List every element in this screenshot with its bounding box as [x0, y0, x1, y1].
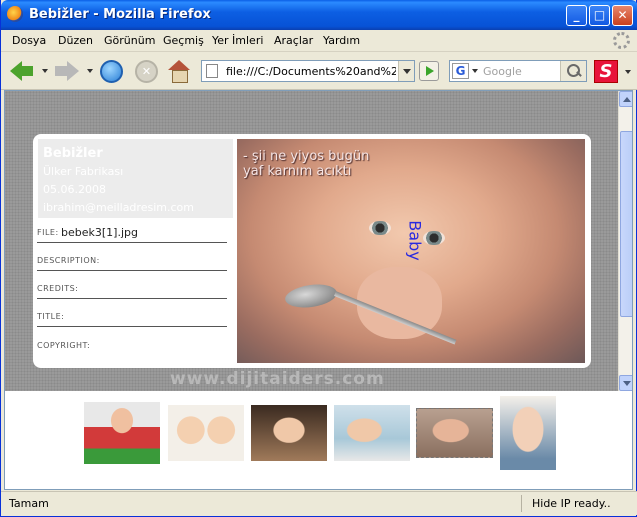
photo-eye-right — [423, 231, 445, 245]
throbber-icon — [613, 32, 630, 49]
reload-icon[interactable] — [100, 60, 123, 83]
thumbnail-5-selected[interactable] — [416, 408, 493, 458]
google-engine-icon[interactable]: G — [452, 63, 469, 79]
forward-history-dropdown-icon[interactable] — [87, 69, 93, 73]
watermark: www.dijitaiders.com — [170, 369, 385, 389]
menu-bookmarks[interactable]: Yer İmleri — [212, 34, 263, 47]
search-engine-dropdown-icon[interactable] — [472, 69, 478, 73]
field-label: COPYRIGHT: — [37, 341, 91, 350]
photo-info-header: Bebižler Ülker Fabrikası 05.06.2008 ibra… — [38, 139, 233, 218]
menu-help[interactable]: Yardım — [323, 34, 360, 47]
gallery-title: Bebižler — [43, 146, 103, 161]
search-input[interactable]: Google — [483, 65, 522, 78]
photo-baby-text: Baby — [405, 220, 425, 261]
browser-window: Bebižler - Mozilla Firefox _ □ ✕ Dosya D… — [0, 0, 637, 517]
magnifier-icon[interactable] — [560, 61, 586, 81]
search-bar[interactable]: G Google — [449, 60, 587, 82]
address-dropdown-icon[interactable] — [398, 61, 414, 81]
window-title: Bebižler - Mozilla Firefox — [29, 7, 211, 22]
photo-spoon — [283, 281, 339, 311]
minimize-button[interactable]: _ — [566, 5, 587, 26]
vertical-scrollbar[interactable] — [618, 91, 632, 391]
field-file: FILE: bebek3[1].jpg — [37, 221, 227, 243]
field-description: DESCRIPTION: — [37, 249, 227, 271]
home-icon[interactable] — [168, 60, 190, 83]
thumbnail-3[interactable] — [251, 405, 327, 461]
gallery-email: ibrahim@meilladresim.com — [43, 201, 194, 214]
page-content: Bebižler Ülker Fabrikası 05.06.2008 ibra… — [4, 90, 633, 490]
main-photo[interactable]: - şii ne yiyos bugün yaf karnım acıktı B… — [237, 139, 585, 363]
thumbnail-strip — [5, 391, 632, 489]
gallery-author: Ülker Fabrikası — [43, 165, 124, 178]
menu-bar: Dosya Düzen Görünüm Geçmiş Yer İmleri Ar… — [1, 30, 637, 52]
field-copyright: COPYRIGHT: — [37, 333, 227, 355]
gallery-date: 05.06.2008 — [43, 183, 106, 196]
field-value: bebek3[1].jpg — [61, 226, 138, 239]
thumbnail-6[interactable] — [500, 396, 556, 470]
thumbnail-1[interactable] — [84, 402, 160, 464]
navigation-toolbar: ✕ file:///C:/Documents%20and%20S G Googl… — [1, 52, 637, 90]
menu-file[interactable]: Dosya — [12, 34, 46, 47]
scroll-down-icon[interactable] — [619, 375, 632, 391]
menu-view[interactable]: Görünüm — [104, 34, 155, 47]
close-button[interactable]: ✕ — [612, 5, 633, 26]
forward-arrow-icon[interactable] — [55, 60, 79, 82]
page-icon — [206, 64, 218, 78]
photo-caption: - şii ne yiyos bugün yaf karnım acıktı — [243, 149, 369, 179]
status-text: Tamam — [9, 497, 49, 510]
thumbnail-4[interactable] — [334, 405, 410, 461]
back-arrow-icon[interactable] — [10, 60, 34, 82]
thumbnail-2[interactable] — [168, 405, 244, 461]
title-bar[interactable]: Bebižler - Mozilla Firefox _ □ ✕ — [1, 0, 637, 30]
status-bar: Tamam Hide IP ready.. — [1, 491, 637, 515]
addon-s-icon[interactable]: S — [594, 60, 618, 83]
scroll-up-icon[interactable] — [619, 91, 632, 107]
photo-eye-left — [369, 221, 391, 235]
field-label: CREDITS: — [37, 284, 79, 293]
photo-caption-line2: yaf karnım acıktı — [243, 164, 352, 179]
scroll-thumb[interactable] — [620, 131, 632, 317]
firefox-icon — [7, 6, 23, 22]
back-history-dropdown-icon[interactable] — [42, 69, 48, 73]
status-divider — [521, 495, 522, 512]
photo-caption-line1: - şii ne yiyos bugün — [243, 149, 370, 164]
menu-tools[interactable]: Araçlar — [274, 34, 313, 47]
menu-edit[interactable]: Düzen — [58, 34, 93, 47]
field-label: TITLE: — [37, 312, 65, 321]
address-bar[interactable]: file:///C:/Documents%20and%20S — [201, 60, 415, 82]
menu-history[interactable]: Geçmiş — [163, 34, 204, 47]
go-button[interactable] — [419, 61, 439, 81]
maximize-button[interactable]: □ — [589, 5, 610, 26]
hide-ip-status[interactable]: Hide IP ready.. — [532, 497, 611, 510]
photo-card: Bebižler Ülker Fabrikası 05.06.2008 ibra… — [33, 134, 591, 368]
field-title: TITLE: — [37, 305, 227, 327]
gallery-background: Bebižler Ülker Fabrikası 05.06.2008 ibra… — [5, 91, 618, 391]
field-label: DESCRIPTION: — [37, 256, 100, 265]
addon-dropdown-icon[interactable] — [625, 70, 631, 74]
field-label: FILE: — [37, 228, 59, 237]
address-input[interactable]: file:///C:/Documents%20and%20S — [226, 65, 396, 78]
stop-icon[interactable]: ✕ — [135, 60, 158, 83]
field-credits: CREDITS: — [37, 277, 227, 299]
